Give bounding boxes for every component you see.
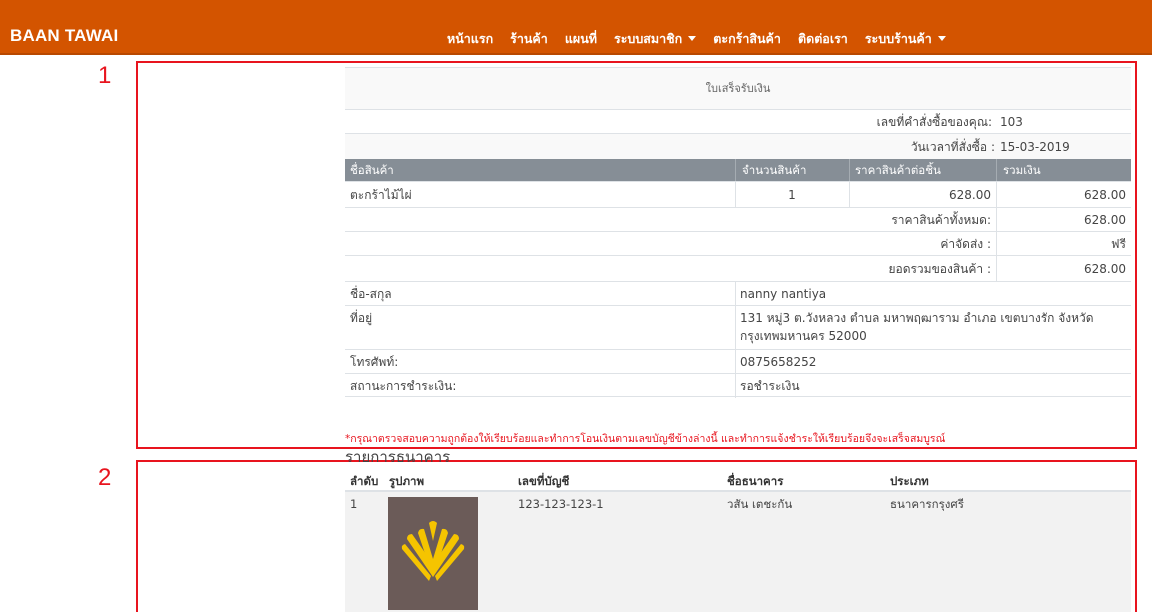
customer-name-row: ชื่อ-สกุล nanny nantiya bbox=[345, 281, 1131, 306]
nav-item-map[interactable]: แผนที่ bbox=[565, 29, 597, 49]
header-bank-name: ประเภท bbox=[890, 474, 929, 488]
item-quantity: 1 bbox=[788, 188, 796, 202]
receipt-title: ใบเสร็จรับเงิน bbox=[705, 82, 771, 95]
header-total: รวมเงิน bbox=[1003, 163, 1041, 177]
column-divider bbox=[735, 306, 736, 350]
customer-address-line2: กรุงเทพมหานคร 52000 bbox=[740, 329, 867, 343]
item-unit-price: 628.00 bbox=[949, 188, 991, 202]
bank-table-header: ลำดับ รูปภาพ เลขที่บัญชี ชื่อธนาคาร ประเ… bbox=[345, 470, 1131, 492]
nav-item-shop[interactable]: ร้านค้า bbox=[510, 29, 548, 49]
customer-address-line1: 131 หมู่3 ต.วังหลวง ตำบล มหาพฤฒาราม อำเภ… bbox=[740, 311, 1094, 325]
order-date-label: วันเวลาที่สั่งซื้อ : bbox=[910, 140, 995, 154]
grand-total-value: 628.00 bbox=[1084, 262, 1126, 276]
order-number-label: เลขที่คำสั่งซื้อของคุณ: bbox=[876, 115, 992, 129]
table-row: ตะกร้าไม้ไผ่ 1 628.00 628.00 bbox=[345, 181, 1131, 208]
bank-account-number: 123-123-123-1 bbox=[518, 497, 604, 511]
krungsri-logo-icon bbox=[401, 521, 465, 581]
order-date-value: 15-03-2019 bbox=[1000, 140, 1070, 154]
payment-status-label: สถานะการชำระเงิน: bbox=[350, 379, 457, 393]
krungsri-logo-image bbox=[388, 497, 478, 610]
column-divider bbox=[735, 282, 736, 306]
subtotal-row: ราคาสินค้าทั้งหมด: 628.00 bbox=[345, 207, 1131, 232]
table-row: 1 123-123-123-1 วสัน เตชะกัน ธนาคารกรุงศ… bbox=[345, 492, 1131, 612]
shipping-row: ค่าจัดส่ง : ฟรี bbox=[345, 231, 1131, 256]
subtotal-value: 628.00 bbox=[1084, 213, 1126, 227]
column-divider bbox=[735, 182, 736, 208]
receipt-title-row: ใบเสร็จรับเงิน bbox=[345, 67, 1131, 109]
customer-name-label: ชื่อ-สกุล bbox=[350, 287, 392, 301]
customer-phone-label: โทรศัพท์: bbox=[350, 355, 399, 369]
header-divider bbox=[735, 159, 736, 181]
caret-down-icon bbox=[688, 36, 697, 41]
order-number-value: 103 bbox=[1000, 115, 1023, 129]
header-quantity: จำนวนสินค้า bbox=[742, 163, 807, 177]
header-account-number: เลขที่บัญชี bbox=[518, 474, 570, 488]
column-divider bbox=[735, 374, 736, 398]
column-divider bbox=[996, 182, 997, 208]
customer-name-value: nanny nantiya bbox=[740, 287, 827, 301]
grand-total-row: ยอดรวมของสินค้า : 628.00 bbox=[345, 255, 1131, 282]
bank-name: ธนาคารกรุงศรี bbox=[890, 497, 964, 511]
bank-row-index: 1 bbox=[350, 497, 358, 511]
header-unit-price: ราคาสินค้าต่อชิ้น bbox=[855, 163, 941, 177]
order-date-row: วันเวลาที่สั่งซื้อ : 15-03-2019 bbox=[345, 133, 1131, 159]
customer-address-label: ที่อยู่ bbox=[350, 311, 373, 325]
annotation-number-1: 1 bbox=[98, 62, 112, 89]
grand-total-label: ยอดรวมของสินค้า : bbox=[888, 262, 991, 276]
top-navbar: BAAN TAWAI หน้าแรก ร้านค้า แผนที่ ระบบสม… bbox=[0, 0, 1152, 55]
nav-item-member[interactable]: ระบบสมาชิก bbox=[614, 29, 697, 49]
nav-item-cart[interactable]: ตะกร้าสินค้า bbox=[713, 29, 781, 49]
column-divider bbox=[996, 232, 997, 256]
nav-menu: หน้าแรก ร้านค้า แผนที่ ระบบสมาชิก ตะกร้า… bbox=[447, 29, 963, 49]
column-divider bbox=[996, 256, 997, 282]
bank-list-title: รายการธนาคาร bbox=[345, 448, 451, 466]
nav-item-store-system[interactable]: ระบบร้านค้า bbox=[865, 29, 946, 49]
customer-phone-value: 0875658252 bbox=[740, 355, 817, 369]
column-divider bbox=[996, 208, 997, 232]
annotation-number-2: 2 bbox=[98, 464, 112, 491]
payment-status-row: สถานะการชำระเงิน: รอชำระเงิน bbox=[345, 373, 1131, 398]
header-divider bbox=[849, 159, 850, 181]
header-image: รูปภาพ bbox=[389, 474, 425, 488]
column-divider bbox=[735, 350, 736, 374]
item-name: ตะกร้าไม้ไผ่ bbox=[350, 188, 412, 202]
header-account-name: ชื่อธนาคาร bbox=[727, 474, 784, 488]
customer-address-row: ที่อยู่ 131 หมู่3 ต.วังหลวง ตำบล มหาพฤฒา… bbox=[345, 305, 1131, 350]
header-index: ลำดับ bbox=[350, 474, 379, 488]
nav-item-home[interactable]: หน้าแรก bbox=[447, 29, 493, 49]
customer-phone-row: โทรศัพท์: 0875658252 bbox=[345, 349, 1131, 374]
item-total: 628.00 bbox=[1084, 188, 1126, 202]
caret-down-icon bbox=[937, 36, 946, 41]
header-divider bbox=[996, 159, 997, 181]
column-divider bbox=[849, 182, 850, 208]
shipping-label: ค่าจัดส่ง : bbox=[940, 237, 991, 251]
bank-account-name: วสัน เตชะกัน bbox=[727, 497, 793, 511]
brand-logo[interactable]: BAAN TAWAI bbox=[10, 26, 118, 46]
shipping-value: ฟรี bbox=[1111, 237, 1126, 251]
nav-item-contact[interactable]: ติดต่อเรา bbox=[798, 29, 848, 49]
payment-status-value: รอชำระเงิน bbox=[740, 379, 800, 393]
header-product-name: ชื่อสินค้า bbox=[350, 163, 394, 177]
order-number-row: เลขที่คำสั่งซื้อของคุณ: 103 bbox=[345, 109, 1131, 133]
items-header-row: ชื่อสินค้า จำนวนสินค้า ราคาสินค้าต่อชิ้น… bbox=[345, 159, 1131, 181]
subtotal-label: ราคาสินค้าทั้งหมด: bbox=[891, 213, 991, 227]
